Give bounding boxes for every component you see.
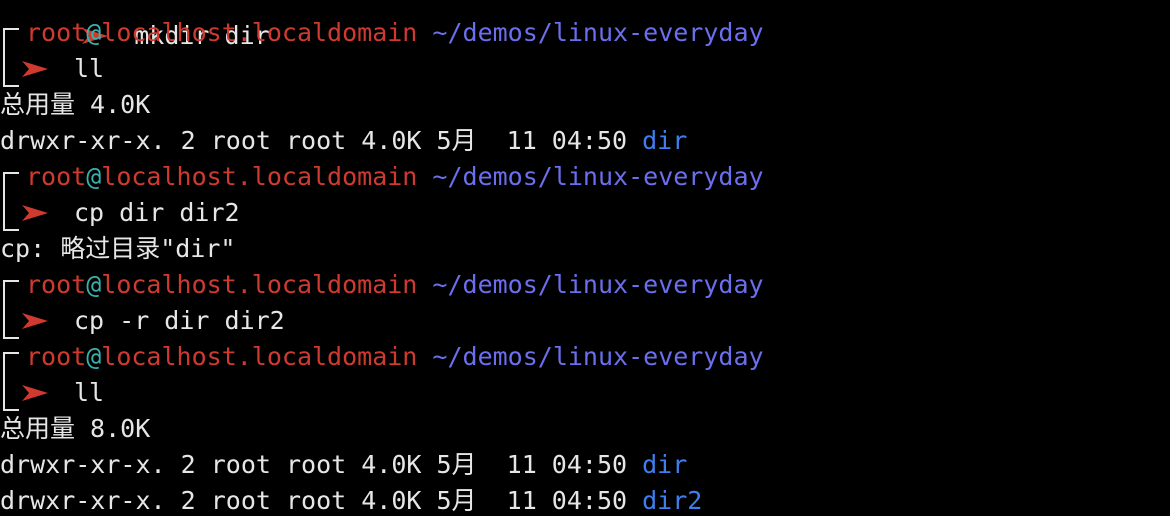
prompt-arrow-icon	[0, 51, 48, 87]
prompt-line: root@localhost.localdomain ~/demos/linux…	[26, 267, 764, 303]
listing-name: dir	[642, 126, 688, 155]
prompt-arrow-icon	[0, 195, 48, 231]
prompt-line: root@localhost.localdomain ~/demos/linux…	[26, 159, 764, 195]
prompt-host: localhost.localdomain	[101, 162, 418, 191]
listing-row: drwxr-xr-x. 2 root root 4.0K 5月 11 04:50…	[0, 483, 702, 516]
prompt-at: @	[86, 342, 102, 371]
prompt-at: @	[86, 270, 102, 299]
listing-row: drwxr-xr-x. 2 root root 4.0K 5月 11 04:50…	[0, 447, 687, 483]
command-text: cp dir dir2	[74, 198, 240, 227]
prompt-host: localhost.localdomain	[101, 18, 418, 47]
listing-name: dir	[642, 450, 688, 479]
listing-perm: drwxr-xr-x. 2 root root 4.0K 5月 11 04:50	[0, 126, 643, 155]
prompt-host: localhost.localdomain	[101, 342, 418, 371]
prompt-user: root	[26, 18, 87, 47]
listing-perm: drwxr-xr-x. 2 root root 4.0K 5月 11 04:50	[0, 486, 643, 515]
listing-perm: drwxr-xr-x. 2 root root 4.0K 5月 11 04:50	[0, 450, 643, 479]
command-line: cp -r dir dir2	[0, 303, 285, 339]
prompt-at: @	[86, 18, 102, 47]
listing-row: drwxr-xr-x. 2 root root 4.0K 5月 11 04:50…	[0, 123, 687, 159]
prompt-path: ~/demos/linux-everyday	[432, 270, 764, 299]
prompt-path: ~/demos/linux-everyday	[432, 18, 764, 47]
prompt-path: ~/demos/linux-everyday	[432, 162, 764, 191]
output-line: 总用量 8.0K	[0, 411, 150, 447]
output-line: 总用量 4.0K	[0, 87, 150, 123]
listing-name: dir2	[642, 486, 703, 515]
prompt-path: ~/demos/linux-everyday	[432, 342, 764, 371]
output-text: 总用量 4.0K	[0, 90, 151, 119]
prompt-user: root	[26, 342, 87, 371]
command-text: cp -r dir dir2	[74, 306, 285, 335]
command-line: ll	[0, 51, 104, 87]
command-text: ll	[74, 378, 105, 407]
prompt-user: root	[26, 162, 87, 191]
prompt-line: root@localhost.localdomain ~/demos/linux…	[26, 15, 764, 51]
prompt-at: @	[86, 162, 102, 191]
prompt-arrow-icon	[0, 303, 48, 339]
terminal-window[interactable]: mkdir dir root@localhost.localdomain ~/d…	[0, 0, 1170, 516]
output-line: cp: 略过目录"dir"	[0, 231, 235, 267]
prompt-user: root	[26, 270, 87, 299]
command-line: ll	[0, 375, 104, 411]
command-text: ll	[74, 54, 105, 83]
prompt-host: localhost.localdomain	[101, 270, 418, 299]
output-text: 总用量 8.0K	[0, 414, 151, 443]
prompt-arrow-icon	[0, 375, 48, 411]
output-text: cp: 略过目录"dir"	[0, 234, 236, 263]
command-line: cp dir dir2	[0, 195, 240, 231]
prompt-line: root@localhost.localdomain ~/demos/linux…	[26, 339, 764, 375]
